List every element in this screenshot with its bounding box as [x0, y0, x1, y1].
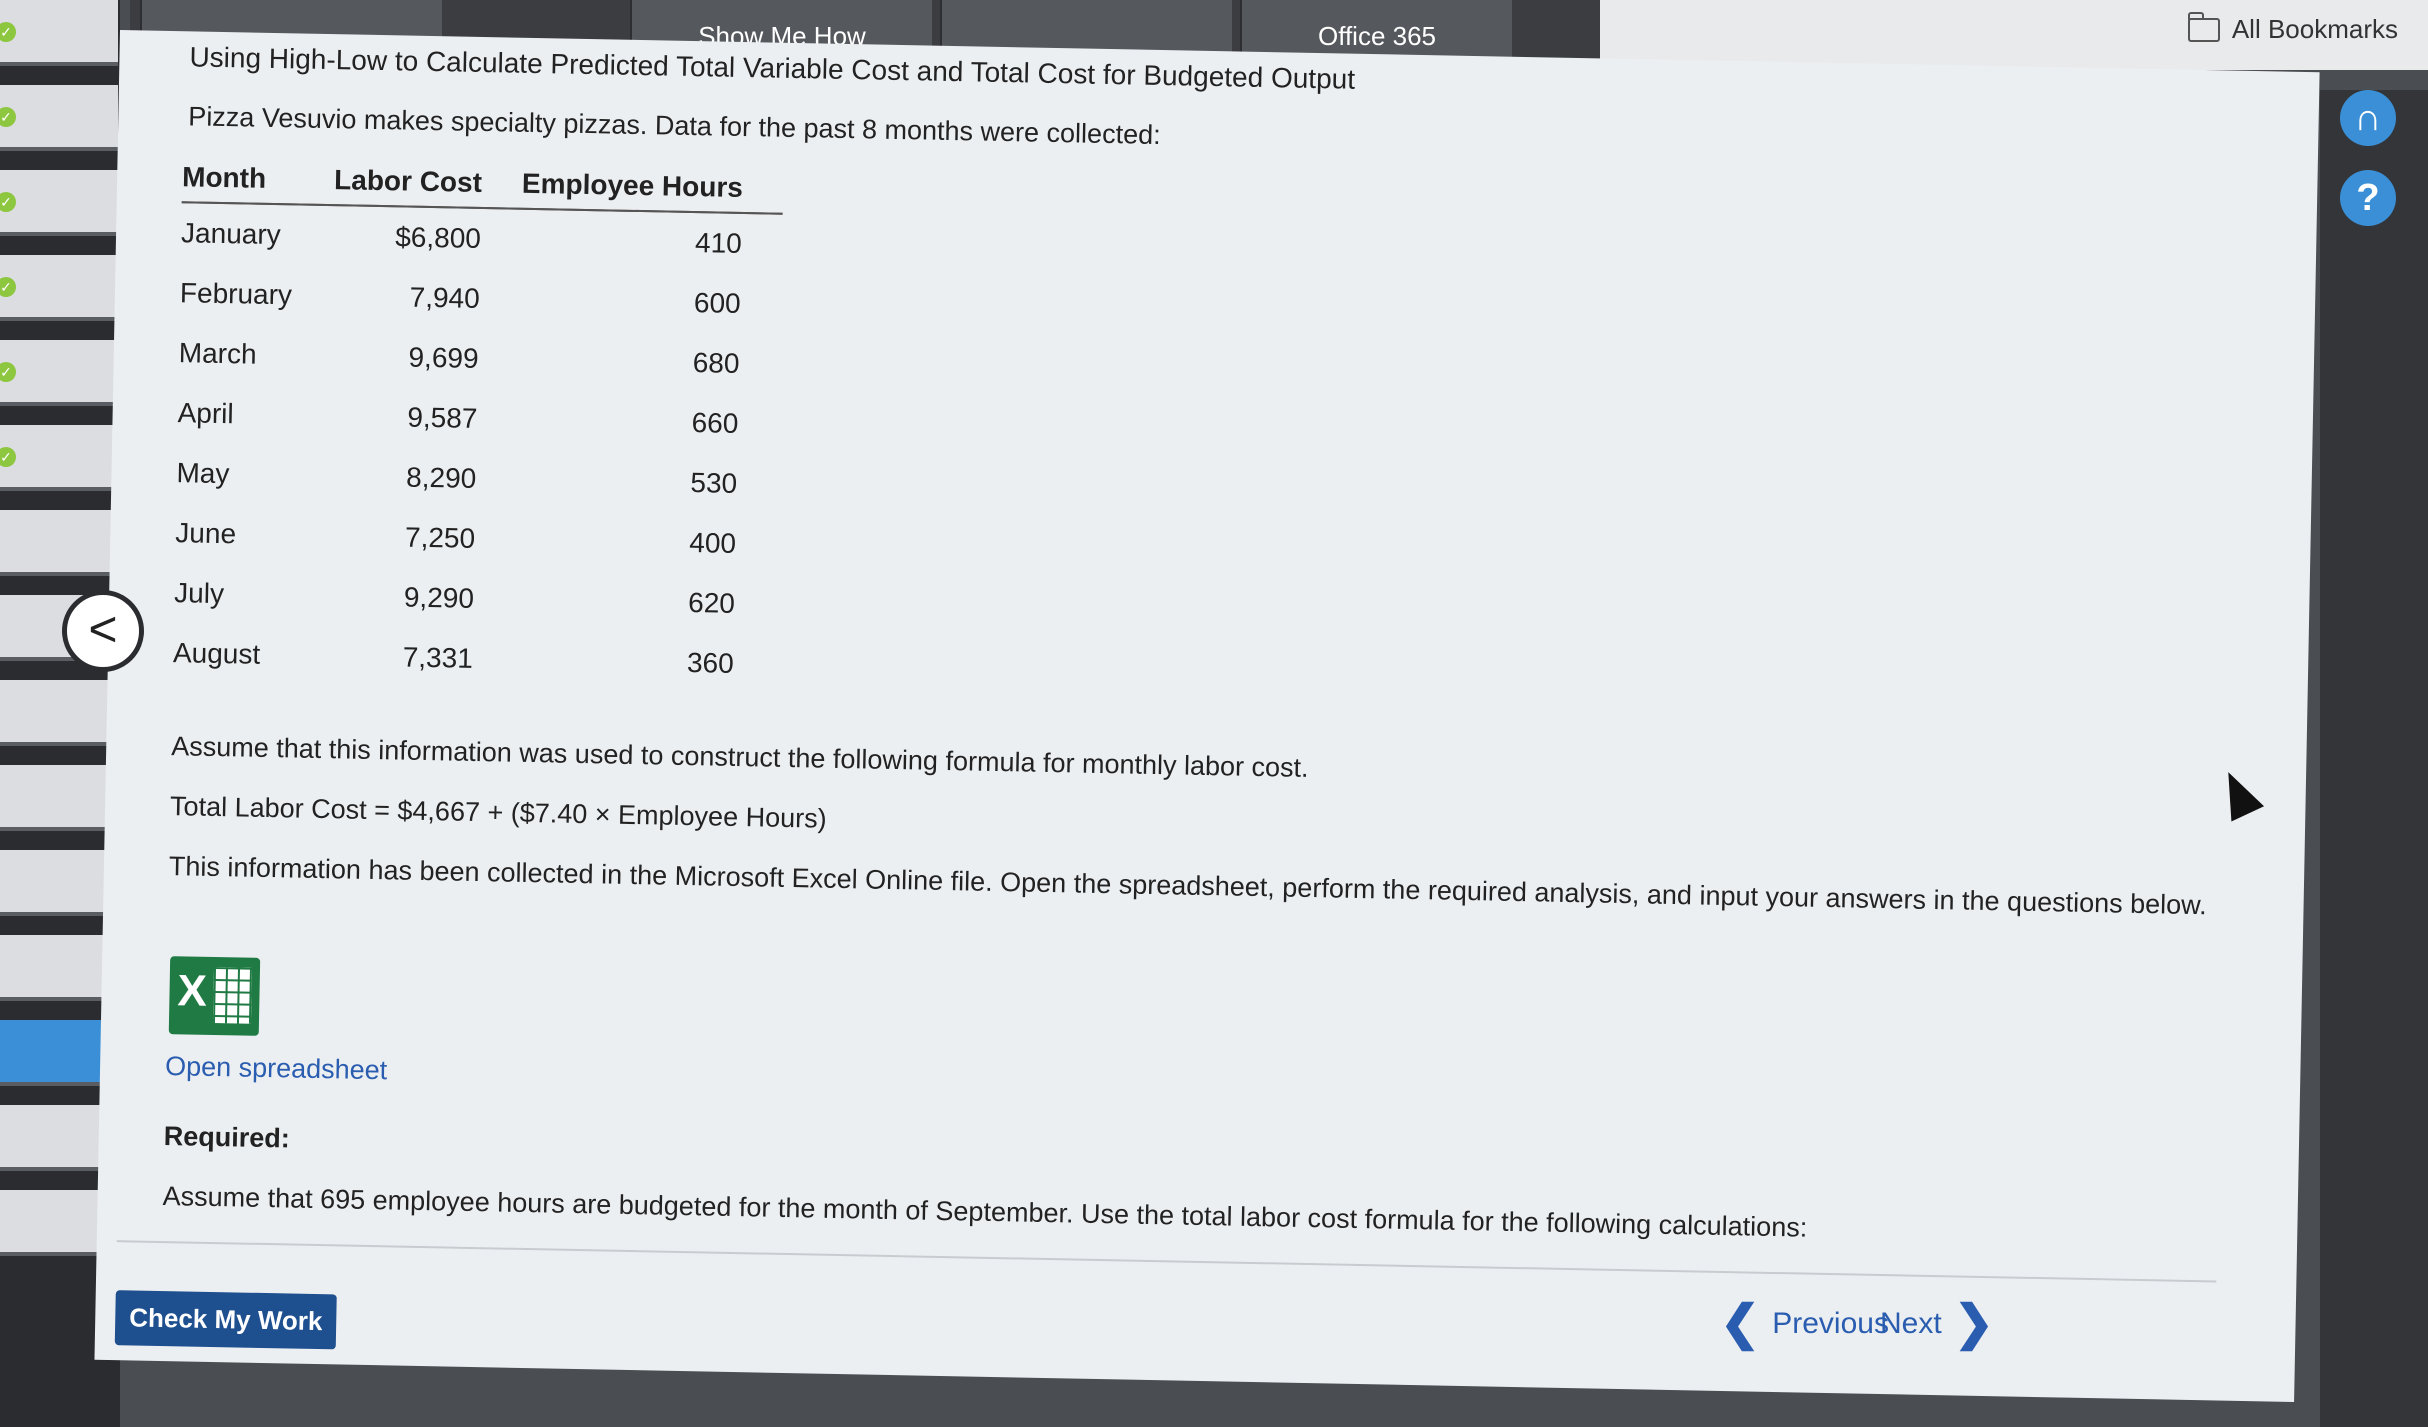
next-label: Next — [1880, 1307, 1942, 1340]
bookmarks-bar: All Bookmarks — [1600, 0, 2428, 70]
column-header-employee-hours: Employee Hours — [521, 167, 744, 203]
previous-label: Previous — [1772, 1307, 1889, 1340]
check-icon: ✓ — [0, 107, 16, 127]
employee-hours-cell: 400 — [689, 527, 737, 559]
formula-text: Total Labor Cost = $4,667 + ($7.40 × Emp… — [169, 791, 827, 834]
labor-cost-cell: 9,587 — [407, 401, 478, 434]
employee-hours-cell: 680 — [692, 347, 740, 379]
employee-hours-cell: 360 — [686, 647, 735, 679]
employee-hours-cell: 660 — [691, 407, 739, 439]
column-header-month: Month — [181, 161, 267, 194]
check-icon: ✓ — [0, 192, 16, 212]
rail-item[interactable]: ✓ — [0, 340, 118, 406]
month-cell: February — [179, 277, 293, 311]
rail-item[interactable]: ✓ — [0, 85, 118, 151]
excel-icon[interactable]: X — [168, 956, 261, 1036]
all-bookmarks-label: All Bookmarks — [2231, 14, 2398, 44]
employee-hours-cell: 530 — [690, 467, 738, 499]
check-icon: ✓ — [0, 22, 16, 42]
month-cell: July — [173, 577, 225, 610]
labor-cost-cell: 9,290 — [403, 581, 475, 614]
intro-text: Pizza Vesuvio makes specialty pizzas. Da… — [188, 101, 1161, 150]
rail-item[interactable]: ✓ — [0, 0, 118, 66]
month-cell: May — [176, 457, 230, 490]
rail-item[interactable] — [0, 850, 118, 916]
open-spreadsheet-link[interactable]: Open spreadsheet — [165, 1051, 388, 1086]
labor-cost-cell: 7,940 — [409, 281, 481, 314]
check-icon: ✓ — [0, 362, 16, 382]
divider — [116, 1240, 2217, 1283]
employee-hours-cell: 620 — [687, 587, 736, 619]
month-cell: March — [178, 337, 257, 370]
help-icon[interactable]: ? — [2340, 170, 2396, 226]
rail-item[interactable] — [0, 680, 118, 746]
data-table: Month Labor Cost Employee Hours January … — [172, 161, 784, 695]
labor-cost-cell: 9,699 — [408, 341, 479, 374]
assumption-text: Assume that 695 employee hours are budge… — [162, 1181, 1808, 1243]
table-row: January $6,800 410 — [181, 202, 783, 275]
content-panel: Using High-Low to Calculate Predicted To… — [94, 30, 2320, 1402]
right-rail: ∩ ? — [2320, 90, 2428, 1427]
month-cell: June — [175, 517, 237, 550]
chevron-left-icon: < — [88, 601, 118, 657]
check-my-work-button[interactable]: Check My Work — [114, 1290, 337, 1350]
formula-intro-text: Assume that this information was used to… — [170, 731, 1309, 783]
rail-item[interactable]: ✓ — [0, 255, 118, 321]
employee-hours-cell: 600 — [693, 287, 741, 319]
month-cell: August — [172, 637, 261, 670]
employee-hours-cell: 410 — [694, 227, 743, 259]
previous-button[interactable]: ❮ Previous — [1720, 1300, 1889, 1348]
headset-icon[interactable]: ∩ — [2340, 90, 2396, 146]
all-bookmarks-button[interactable]: All Bookmarks — [2187, 11, 2398, 45]
rail-item[interactable]: ✓ — [0, 425, 118, 491]
rail-item[interactable] — [0, 510, 118, 576]
required-label: Required: — [163, 1121, 291, 1154]
rail-item[interactable]: ✓ — [0, 170, 118, 236]
spreadsheet-instructions: This information has been collected in t… — [168, 851, 2207, 921]
month-cell: January — [180, 217, 282, 251]
labor-cost-cell: 8,290 — [405, 461, 477, 494]
table-row: August 7,331 360 — [172, 623, 774, 695]
folder-icon — [2187, 11, 2220, 42]
labor-cost-cell: $6,800 — [394, 221, 482, 254]
check-icon: ✓ — [0, 447, 16, 467]
chevron-left-icon: ❮ — [1720, 1297, 1761, 1350]
rail-item[interactable] — [0, 765, 118, 831]
column-header-labor-cost: Labor Cost — [333, 164, 483, 198]
check-icon: ✓ — [0, 277, 16, 297]
page-title: Using High-Low to Calculate Predicted To… — [189, 41, 1356, 95]
back-button[interactable]: < — [62, 590, 144, 672]
next-button[interactable]: Next ❯ — [1880, 1300, 1994, 1348]
labor-cost-cell: 7,331 — [402, 641, 474, 674]
month-cell: April — [177, 397, 234, 430]
chevron-right-icon: ❯ — [1953, 1297, 1994, 1350]
rail-item[interactable] — [0, 935, 118, 1001]
labor-cost-cell: 7,250 — [404, 521, 476, 554]
